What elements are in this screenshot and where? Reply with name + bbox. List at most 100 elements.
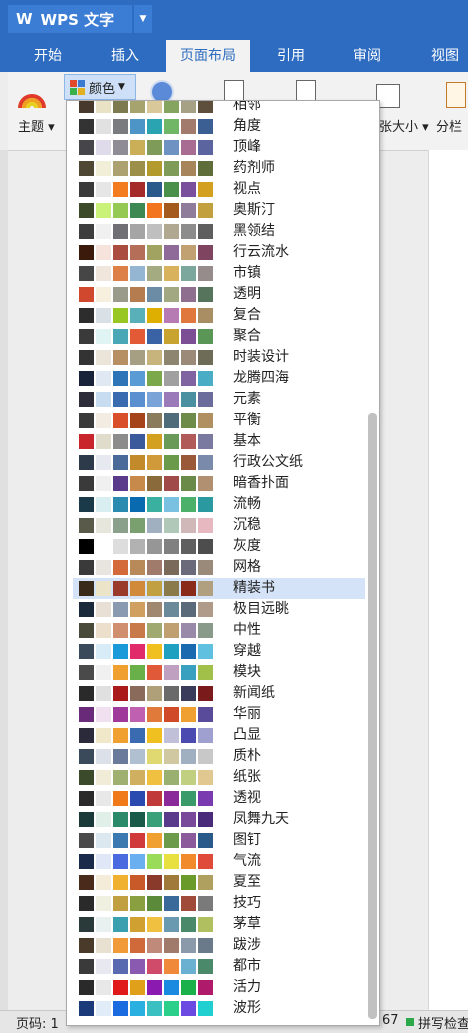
color-scheme-item[interactable]: 透明 xyxy=(73,284,365,305)
color-scheme-item[interactable]: 茅草 xyxy=(73,914,365,935)
color-scheme-item[interactable]: 模块 xyxy=(73,662,365,683)
color-swatch xyxy=(198,917,213,932)
color-scheme-item[interactable]: 活力 xyxy=(73,977,365,998)
color-scheme-item[interactable]: 角度 xyxy=(73,116,365,137)
color-swatch xyxy=(96,371,111,386)
color-scheme-item[interactable]: 奥斯汀 xyxy=(73,200,365,221)
color-swatch xyxy=(198,371,213,386)
color-swatch xyxy=(113,497,128,512)
color-scheme-item[interactable]: 行云流水 xyxy=(73,242,365,263)
color-scheme-item[interactable]: 质朴 xyxy=(73,746,365,767)
color-swatch xyxy=(164,161,179,176)
color-scheme-item[interactable]: 极目远眺 xyxy=(73,599,365,620)
color-swatch xyxy=(147,329,162,344)
color-swatch xyxy=(147,350,162,365)
color-scheme-item[interactable]: 时装设计 xyxy=(73,347,365,368)
color-scheme-item[interactable]: 华丽 xyxy=(73,704,365,725)
color-scheme-item[interactable]: 都市 xyxy=(73,956,365,977)
color-swatch xyxy=(164,245,179,260)
color-swatch xyxy=(79,833,94,848)
color-scheme-item[interactable]: 图钉 xyxy=(73,830,365,851)
color-scheme-dropdown[interactable]: 波形 活力 都市 跋涉 茅草 技巧 夏至 气流 图钉 凤舞九天 透视 纸张 质朴 凸显 华丽 新闻纸 模块 穿越 中… xyxy=(66,100,380,1026)
document-page[interactable] xyxy=(428,150,468,1010)
color-swatch xyxy=(79,266,94,281)
spellcheck-button[interactable]: 拼写检查 xyxy=(418,1013,468,1032)
tab-review[interactable]: 审阅 xyxy=(332,40,402,72)
color-swatch xyxy=(147,119,162,134)
color-scheme-item[interactable]: 精装书 xyxy=(73,578,365,599)
color-scheme-item[interactable]: 龙腾四海 xyxy=(73,368,365,389)
color-scheme-item[interactable]: 中性 xyxy=(73,620,365,641)
color-swatch xyxy=(113,266,128,281)
color-swatch xyxy=(198,392,213,407)
color-scheme-item[interactable]: 复合 xyxy=(73,305,365,326)
app-menu-button[interactable]: W WPS 文字 xyxy=(8,5,132,33)
color-swatch xyxy=(79,728,94,743)
color-scheme-item[interactable]: 市镇 xyxy=(73,263,365,284)
color-swatch xyxy=(130,770,145,785)
color-scheme-item[interactable]: 相邻 xyxy=(73,101,365,116)
color-scheme-item[interactable]: 气流 xyxy=(73,851,365,872)
color-swatch xyxy=(164,434,179,449)
color-scheme-item[interactable]: 暗香扑面 xyxy=(73,473,365,494)
color-scheme-item[interactable]: 新闻纸 xyxy=(73,683,365,704)
color-swatch xyxy=(79,896,94,911)
color-scheme-item[interactable]: 元素 xyxy=(73,389,365,410)
color-swatches xyxy=(79,497,213,512)
colors-label: 颜色 xyxy=(89,81,116,97)
tab-page-layout[interactable]: 页面布局 xyxy=(166,40,250,72)
color-scheme-item[interactable]: 凤舞九天 xyxy=(73,809,365,830)
tab-references[interactable]: 引用 xyxy=(256,40,326,72)
tab-insert[interactable]: 插入 xyxy=(90,40,160,72)
tab-view[interactable]: 视图 xyxy=(410,40,468,72)
color-scheme-item[interactable]: 视点 xyxy=(73,179,365,200)
color-swatch xyxy=(113,791,128,806)
color-scheme-item[interactable]: 聚合 xyxy=(73,326,365,347)
app-menu-dropdown-icon[interactable]: ▼ xyxy=(134,5,152,33)
colors-button[interactable]: 颜色 ▼ xyxy=(64,74,136,100)
color-swatch xyxy=(164,413,179,428)
theme-rainbow-icon[interactable] xyxy=(16,80,48,110)
color-swatch xyxy=(198,833,213,848)
color-swatch xyxy=(181,833,196,848)
color-swatch xyxy=(96,917,111,932)
tab-start[interactable]: 开始 xyxy=(10,40,86,72)
color-swatch xyxy=(130,224,145,239)
columns-icon[interactable] xyxy=(446,82,466,108)
color-scheme-item[interactable]: 平衡 xyxy=(73,410,365,431)
color-swatches xyxy=(79,770,213,785)
color-scheme-item[interactable]: 波形 xyxy=(73,998,365,1019)
color-scheme-item[interactable]: 黑领结 xyxy=(73,221,365,242)
color-scheme-item[interactable]: 跋涉 xyxy=(73,935,365,956)
color-scheme-item[interactable]: 沉稳 xyxy=(73,515,365,536)
scrollbar-thumb[interactable] xyxy=(368,413,377,1019)
color-scheme-name: 角度 xyxy=(233,118,261,134)
color-swatch xyxy=(164,329,179,344)
color-scheme-item[interactable]: 纸张 xyxy=(73,767,365,788)
wps-logo-icon: W xyxy=(16,10,33,28)
color-scheme-item[interactable]: 顶峰 xyxy=(73,137,365,158)
color-swatch xyxy=(96,770,111,785)
columns-button[interactable]: 分栏 xyxy=(436,116,462,135)
color-swatch xyxy=(79,875,94,890)
color-scheme-item[interactable]: 流畅 xyxy=(73,494,365,515)
color-scheme-item[interactable]: 技巧 xyxy=(73,893,365,914)
color-swatches xyxy=(79,623,213,638)
color-swatch xyxy=(96,350,111,365)
color-scheme-item[interactable]: 凸显 xyxy=(73,725,365,746)
color-scheme-item[interactable]: 网格 xyxy=(73,557,365,578)
color-swatch xyxy=(79,602,94,617)
color-swatches xyxy=(79,791,213,806)
color-scheme-item[interactable]: 透视 xyxy=(73,788,365,809)
color-swatch xyxy=(147,434,162,449)
theme-button[interactable]: 主题 ▾ xyxy=(18,116,55,135)
color-scheme-item[interactable]: 夏至 xyxy=(73,872,365,893)
color-swatch xyxy=(79,581,94,596)
color-scheme-item[interactable]: 基本 xyxy=(73,431,365,452)
color-scheme-item[interactable]: 药剂师 xyxy=(73,158,365,179)
color-scheme-item[interactable]: 穿越 xyxy=(73,641,365,662)
color-swatch xyxy=(147,560,162,575)
color-swatch xyxy=(181,476,196,491)
color-scheme-item[interactable]: 行政公文纸 xyxy=(73,452,365,473)
color-scheme-item[interactable]: 灰度 xyxy=(73,536,365,557)
